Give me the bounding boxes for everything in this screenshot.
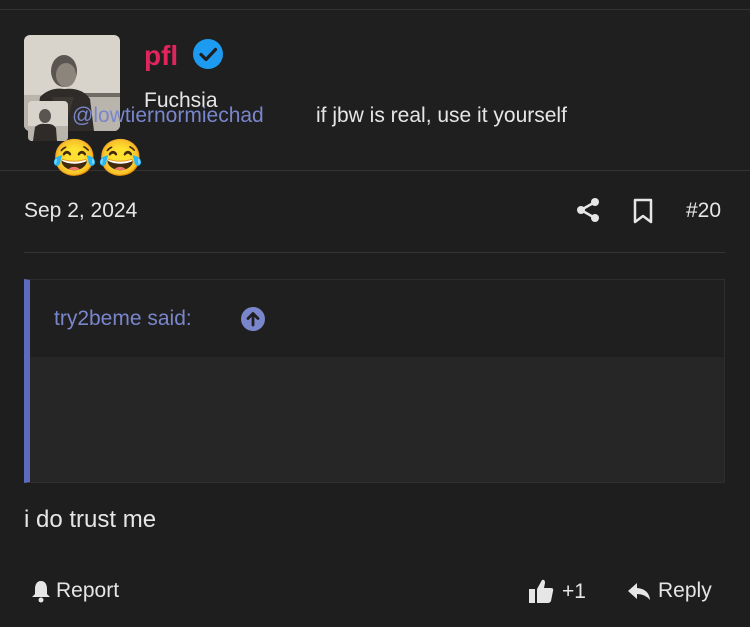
quote-attribution[interactable]: try2beme said:: [54, 307, 192, 331]
post-number[interactable]: #20: [686, 199, 721, 223]
report-label: Report: [56, 579, 120, 602]
laughing-tears-emoji: 😂: [52, 137, 97, 178]
quote-block: try2beme said:: [24, 279, 725, 483]
reply-label: Reply: [658, 579, 712, 602]
post-date[interactable]: Sep 2, 2024: [24, 199, 137, 223]
meta-divider: [24, 252, 726, 253]
quote-body: [30, 357, 724, 482]
username[interactable]: pfl: [144, 40, 178, 72]
reply-arrow-icon: [628, 583, 650, 600]
report-button[interactable]: Report: [30, 579, 119, 603]
quote-text: if jbw is real, use it yourself: [316, 104, 567, 127]
bookmark-icon[interactable]: [630, 197, 656, 225]
laughing-tears-emoji: 😂: [98, 137, 143, 178]
thumbs-up-icon[interactable]: [527, 577, 555, 605]
share-icon[interactable]: [574, 196, 602, 224]
like-count[interactable]: +1: [562, 580, 586, 604]
post-container: pfl Fuchsia Sep 2, 2024 #20 try2beme sai…: [0, 0, 750, 627]
mention-avatar[interactable]: [28, 101, 68, 141]
bell-icon: [32, 581, 50, 603]
reply-button[interactable]: Reply: [626, 579, 712, 603]
post-body: i do trust me: [24, 506, 157, 533]
quote-header: try2beme said:: [30, 280, 724, 357]
verified-check-icon: [193, 39, 223, 69]
arrow-up-circle-icon[interactable]: [240, 306, 266, 332]
mention-link[interactable]: @lowtiernormiechad: [72, 104, 264, 128]
